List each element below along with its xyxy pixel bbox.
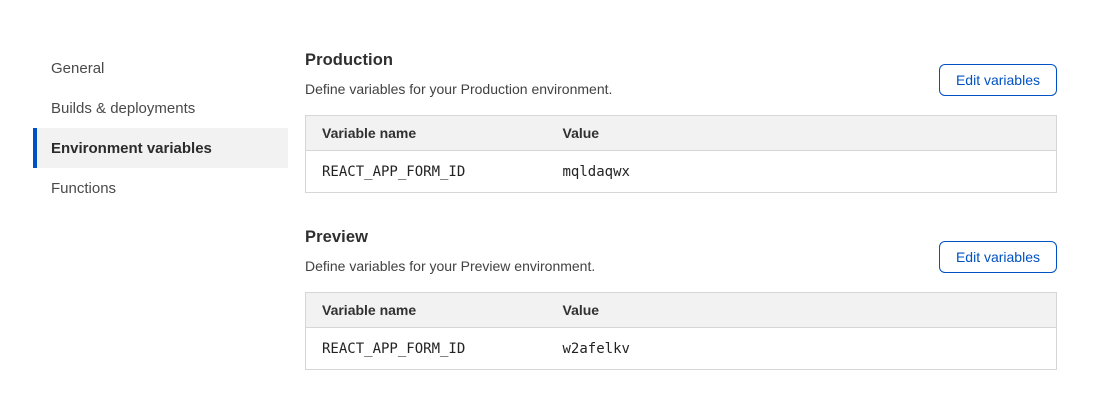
preview-variables-table: Variable name Value REACT_APP_FORM_ID w2…: [305, 292, 1057, 370]
settings-sidebar: General Builds & deployments Environment…: [33, 48, 288, 208]
variable-value-cell: mqldaqwx: [547, 151, 1057, 193]
variable-value-cell: w2afelkv: [547, 328, 1057, 370]
preview-section: Preview Edit variables Define variables …: [305, 227, 1057, 370]
table-row: REACT_APP_FORM_ID w2afelkv: [306, 328, 1057, 370]
sidebar-item-general[interactable]: General: [33, 48, 288, 88]
sidebar-item-builds-deployments[interactable]: Builds & deployments: [33, 88, 288, 128]
preview-edit-variables-button[interactable]: Edit variables: [939, 241, 1057, 273]
variable-name-cell: REACT_APP_FORM_ID: [306, 151, 547, 193]
column-header-value: Value: [547, 293, 1057, 328]
production-variables-table: Variable name Value REACT_APP_FORM_ID mq…: [305, 115, 1057, 193]
production-edit-variables-button[interactable]: Edit variables: [939, 64, 1057, 96]
settings-page: General Builds & deployments Environment…: [0, 0, 1100, 420]
sidebar-item-environment-variables[interactable]: Environment variables: [33, 128, 288, 168]
table-row: REACT_APP_FORM_ID mqldaqwx: [306, 151, 1057, 193]
table-header-row: Variable name Value: [306, 116, 1057, 151]
column-header-value: Value: [547, 116, 1057, 151]
table-header-row: Variable name Value: [306, 293, 1057, 328]
column-header-variable-name: Variable name: [306, 293, 547, 328]
variable-name-cell: REACT_APP_FORM_ID: [306, 328, 547, 370]
production-section: Production Edit variables Define variabl…: [305, 50, 1057, 193]
sidebar-item-functions[interactable]: Functions: [33, 168, 288, 208]
column-header-variable-name: Variable name: [306, 116, 547, 151]
environment-variables-content: Production Edit variables Define variabl…: [305, 0, 1057, 370]
